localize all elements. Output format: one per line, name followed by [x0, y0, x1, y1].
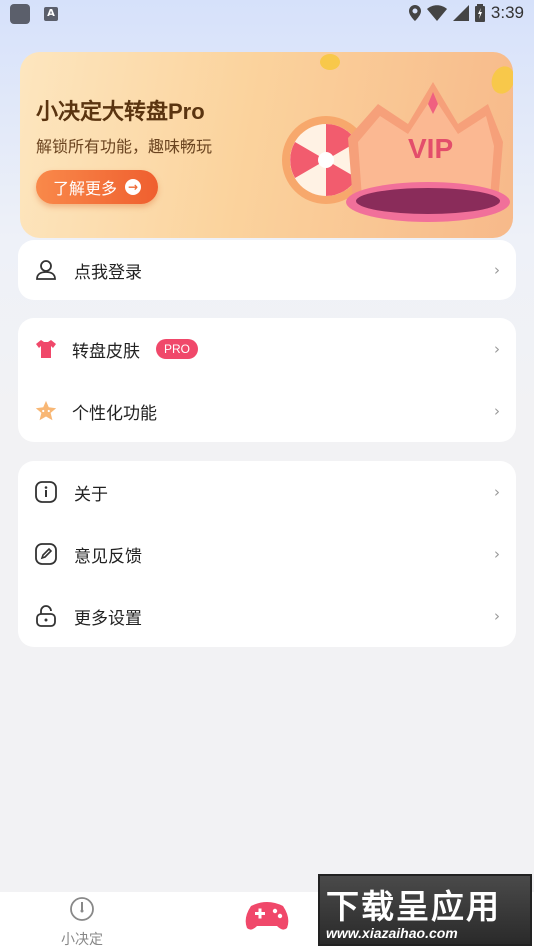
user-icon — [34, 258, 58, 282]
watermark-title: 下载呈应用 — [326, 887, 501, 926]
chevron-right-icon: › — [494, 607, 500, 625]
wifi-icon — [426, 5, 447, 21]
skin-row[interactable]: 转盘皮肤 PRO › — [18, 318, 516, 380]
chevron-right-icon: › — [494, 545, 500, 563]
learn-more-label: 了解更多 — [52, 179, 117, 198]
skin-label: 转盘皮肤 — [72, 341, 140, 362]
about-row[interactable]: 关于 › — [18, 461, 516, 523]
banner-subtitle: 解锁所有功能，趣味畅玩 — [36, 137, 213, 156]
tab-decision[interactable]: 小决定 — [52, 896, 112, 949]
app-notification-icon — [10, 4, 30, 24]
chevron-right-icon: › — [494, 261, 500, 279]
settings-card: 关于 › 意见反馈 › 更多设置 › — [18, 461, 516, 647]
battery-icon — [474, 4, 485, 22]
signal-icon — [452, 5, 469, 21]
tab-decision-label: 小决定 — [61, 932, 103, 948]
coin-icon — [320, 54, 340, 70]
location-icon — [408, 5, 421, 21]
personalize-label: 个性化功能 — [72, 403, 157, 424]
status-time: 3:39 — [490, 3, 524, 22]
tshirt-icon — [34, 337, 58, 361]
chevron-right-icon: › — [494, 340, 500, 358]
arrow-right-icon: → — [125, 179, 141, 195]
lock-icon — [34, 604, 58, 628]
status-left: A — [10, 4, 58, 24]
gamepad-icon — [245, 902, 289, 930]
watermark-logo: 下载呈应用 www.xiazaihao.com — [318, 874, 532, 946]
login-card: 点我登录 › — [18, 240, 516, 300]
compass-icon — [70, 897, 94, 921]
features-card: 转盘皮肤 PRO › 个性化功能 › — [18, 318, 516, 442]
tab-game[interactable] — [243, 896, 291, 936]
personalize-row[interactable]: 个性化功能 › — [18, 380, 516, 442]
vip-crown-illustration: VIP — [282, 54, 513, 222]
chevron-right-icon: › — [494, 402, 500, 420]
watermark-url: www.xiazaihao.com — [326, 925, 458, 941]
login-label: 点我登录 — [74, 262, 142, 283]
pro-badge: PRO — [156, 339, 199, 359]
a-notification-icon: A — [44, 7, 58, 21]
coin-icon — [491, 66, 513, 94]
login-row[interactable]: 点我登录 › — [18, 240, 516, 300]
chevron-right-icon: › — [494, 483, 500, 501]
feedback-row[interactable]: 意见反馈 › — [18, 523, 516, 585]
feedback-label: 意见反馈 — [74, 546, 142, 567]
edit-icon — [34, 542, 58, 566]
star-icon — [34, 399, 58, 423]
vip-text: VIP — [408, 133, 453, 164]
more-settings-label: 更多设置 — [74, 608, 142, 629]
vip-banner[interactable]: 小决定大转盘Pro 解锁所有功能，趣味畅玩 了解更多 → VIP — [20, 52, 513, 238]
about-label: 关于 — [74, 484, 108, 505]
learn-more-button[interactable]: 了解更多 → — [36, 170, 158, 204]
banner-title: 小决定大转盘Pro — [36, 99, 205, 124]
status-right: 3:39 — [408, 3, 524, 23]
status-bar: A 3:39 — [0, 0, 534, 28]
info-icon — [34, 480, 58, 504]
more-settings-row[interactable]: 更多设置 › — [18, 585, 516, 647]
